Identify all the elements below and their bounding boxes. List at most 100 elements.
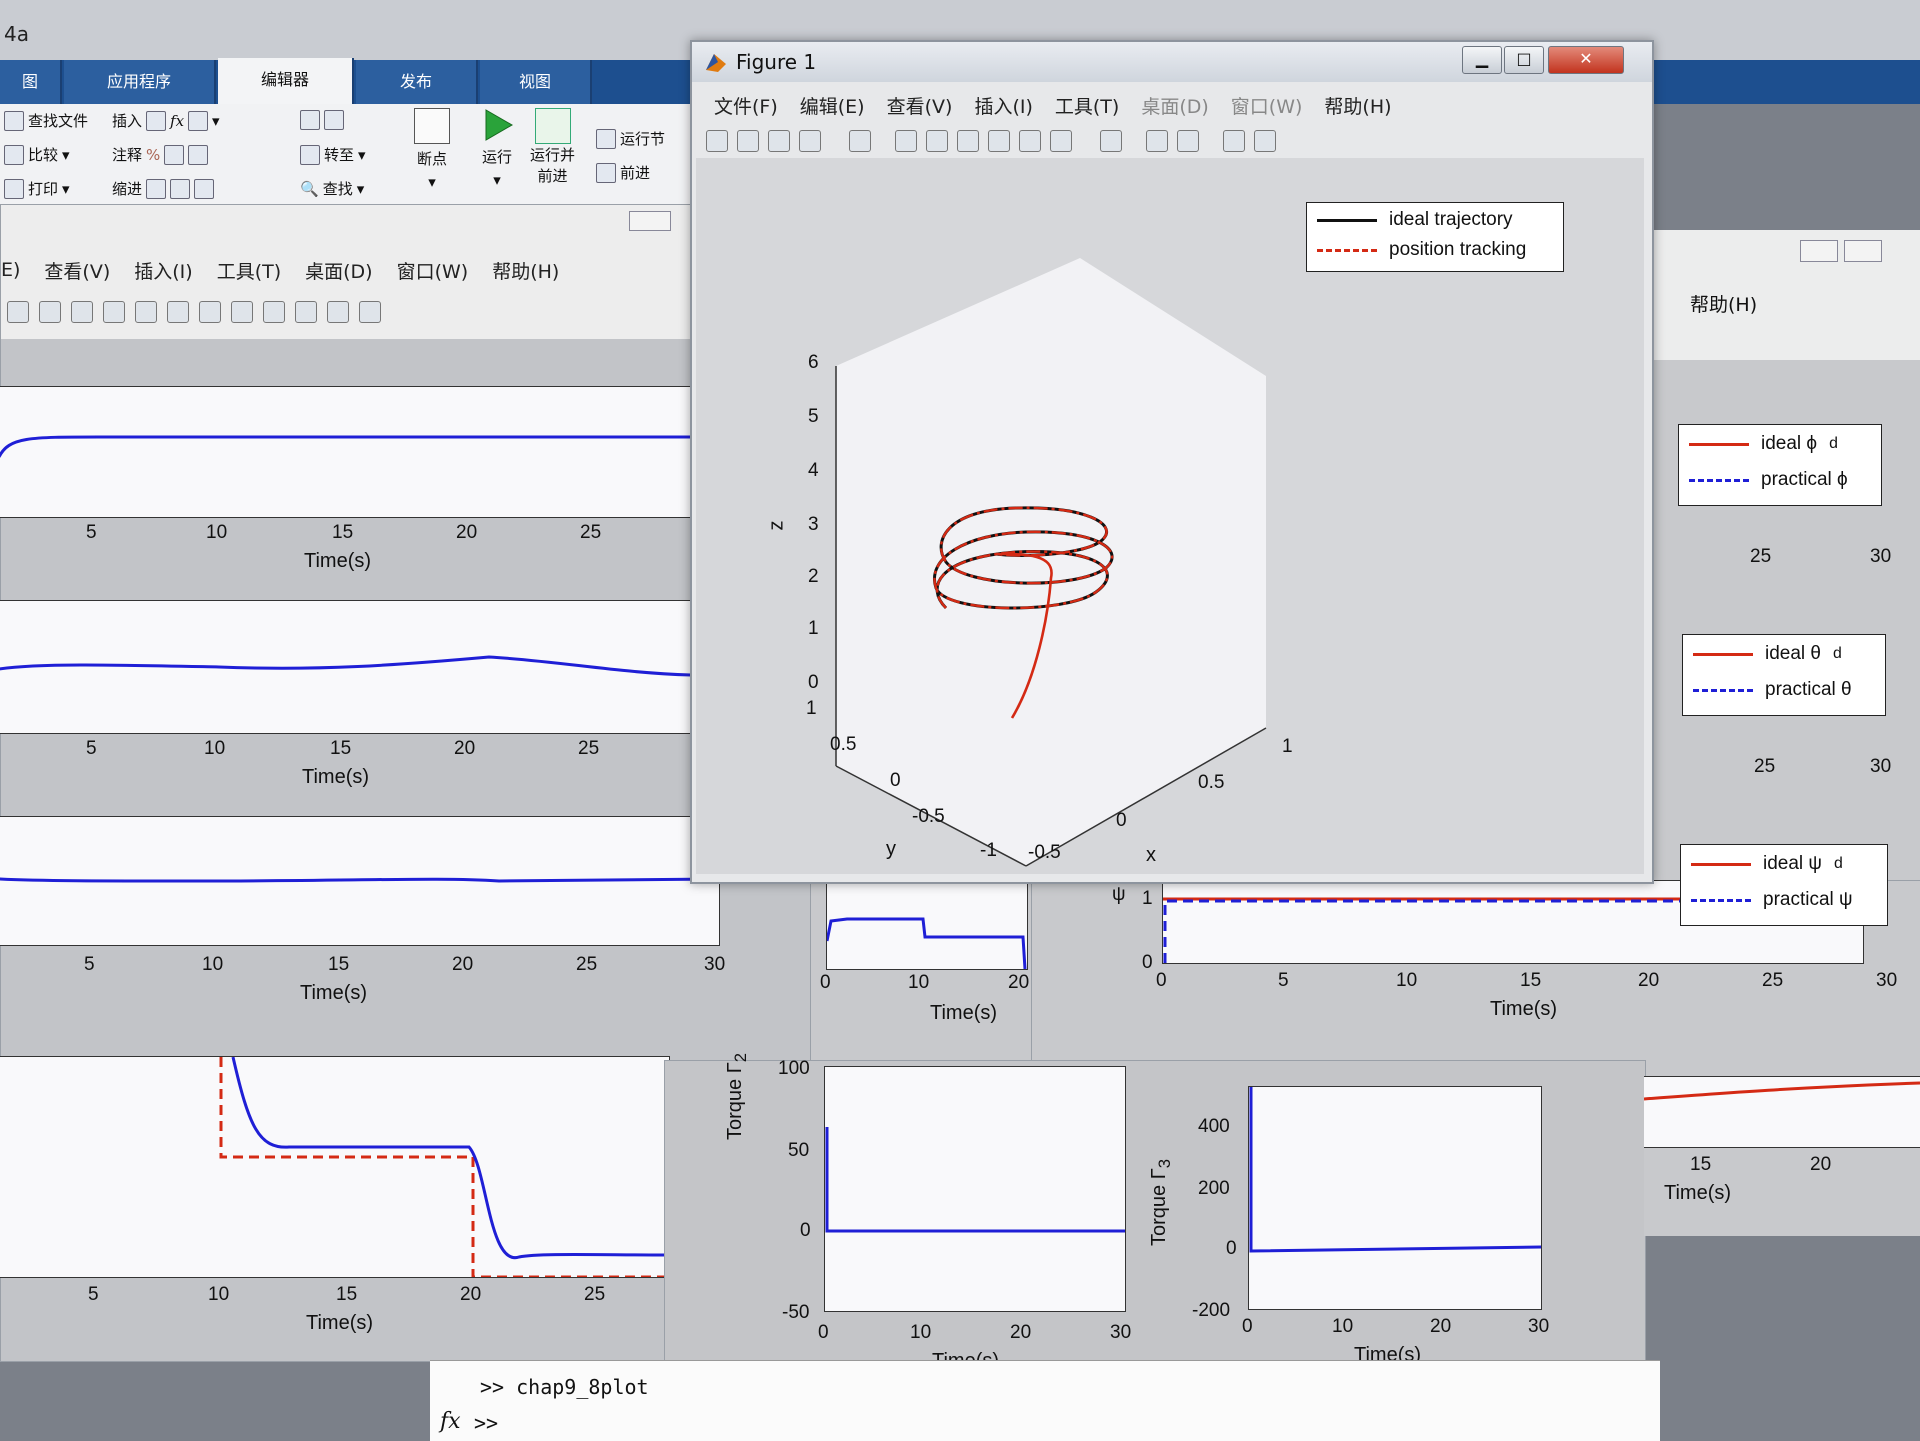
- percent-icon: %: [146, 145, 161, 164]
- legend-icon[interactable]: [295, 301, 317, 323]
- y-tick-label: 1: [806, 698, 817, 719]
- goto-icon: [300, 144, 320, 165]
- link-icon[interactable]: [1100, 130, 1122, 152]
- data-cursor-icon[interactable]: [167, 301, 189, 323]
- zoom-in-icon[interactable]: [39, 301, 61, 323]
- menu-desktop[interactable]: 桌面(D): [1141, 92, 1208, 119]
- rotate-icon[interactable]: [988, 130, 1010, 152]
- menu-view[interactable]: 查看(V): [44, 257, 110, 284]
- x-tick-label: 0.5: [1198, 772, 1225, 793]
- tick-label: 10: [202, 954, 224, 975]
- menu-edit[interactable]: E): [1, 259, 20, 281]
- hide-tools-icon[interactable]: [327, 301, 349, 323]
- minimize-button[interactable]: [629, 211, 671, 231]
- menu-view[interactable]: 查看(V): [887, 92, 953, 119]
- breakpoints-button[interactable]: 断点 ▾: [414, 108, 450, 191]
- compare-button[interactable]: 比较 ▾: [4, 144, 70, 165]
- x-axis-label: Time(s): [1490, 998, 1558, 1020]
- menu-help[interactable]: 帮助(H): [1690, 290, 1757, 317]
- run-and-advance-button[interactable]: 运行并 前进: [530, 108, 575, 186]
- open-icon[interactable]: [737, 130, 759, 152]
- brush-icon[interactable]: [199, 301, 221, 323]
- colorbar-icon[interactable]: [263, 301, 285, 323]
- zoom-in-icon[interactable]: [895, 130, 917, 152]
- minimize-button[interactable]: ▁: [1462, 46, 1502, 74]
- tab-publish[interactable]: 发布: [356, 60, 478, 104]
- menu-window[interactable]: 窗口(W): [1231, 92, 1303, 119]
- tick-label: 10: [1396, 970, 1418, 991]
- figure-menubar: E) 查看(V) 插入(I) 工具(T) 桌面(D) 窗口(W) 帮助(H): [1, 253, 559, 287]
- menu-help[interactable]: 帮助(H): [492, 257, 559, 284]
- z-tick-label: 1: [808, 618, 819, 639]
- rotate-icon[interactable]: [135, 301, 157, 323]
- find-button[interactable]: 🔍 查找 ▾: [300, 178, 364, 199]
- tick-label: 10: [204, 738, 226, 759]
- x-axis-label: Time(s): [304, 550, 372, 572]
- pointer-icon[interactable]: [849, 130, 871, 152]
- find-files-button[interactable]: 查找文件: [4, 110, 88, 131]
- print-button[interactable]: 打印 ▾: [4, 178, 70, 199]
- pan-icon[interactable]: [103, 301, 125, 323]
- tab-apps[interactable]: 应用程序: [64, 60, 216, 104]
- x-axis-label: Time(s): [300, 982, 368, 1004]
- close-button[interactable]: ✕: [1548, 46, 1624, 74]
- legend-icon[interactable]: [1177, 130, 1199, 152]
- tick-label: 0: [1226, 1238, 1237, 1259]
- data-cursor-icon[interactable]: [1019, 130, 1041, 152]
- menu-help[interactable]: 帮助(H): [1324, 92, 1391, 119]
- pointer-icon[interactable]: [7, 301, 29, 323]
- run-advance-icon: [534, 108, 571, 144]
- forward-icon: [324, 110, 344, 130]
- legend-phi: ideal ϕd practical ϕ: [1678, 424, 1882, 506]
- print-icon[interactable]: [799, 130, 821, 152]
- menu-tools[interactable]: 工具(T): [1055, 92, 1119, 119]
- tick-label: 15: [328, 954, 350, 975]
- menu-tools[interactable]: 工具(T): [217, 257, 281, 284]
- tick-label: 20: [452, 954, 474, 975]
- tick-label: 20: [454, 738, 476, 759]
- minimize-button[interactable]: [1800, 240, 1838, 262]
- maximize-button[interactable]: □: [1504, 46, 1544, 74]
- step-response-series: [219, 1056, 670, 1279]
- tab-editor[interactable]: 编辑器: [218, 58, 354, 104]
- run-button[interactable]: 运行 ▾: [480, 108, 514, 189]
- new-figure-icon[interactable]: [706, 130, 728, 152]
- menu-insert[interactable]: 插入(I): [974, 92, 1032, 119]
- tab-plots[interactable]: 图: [0, 60, 62, 104]
- hide-tools-icon[interactable]: [1223, 130, 1245, 152]
- run-section-button[interactable]: 运行节: [596, 128, 665, 149]
- x-tick-label: -0.5: [1028, 842, 1061, 863]
- indent-button[interactable]: 缩进: [112, 178, 215, 199]
- menu-edit[interactable]: 编辑(E): [800, 92, 865, 119]
- legend-line-red: [1317, 248, 1377, 252]
- magnifier-icon: 🔍: [300, 179, 319, 198]
- tick-label: 10: [908, 972, 930, 993]
- zoom-out-icon[interactable]: [71, 301, 93, 323]
- zoom-out-icon[interactable]: [926, 130, 948, 152]
- brush-icon[interactable]: [1050, 130, 1072, 152]
- show-tools-icon[interactable]: [1254, 130, 1276, 152]
- tick-label: 1: [1142, 888, 1153, 909]
- menu-insert[interactable]: 插入(I): [134, 257, 192, 284]
- link-icon[interactable]: [231, 301, 253, 323]
- tick-label: 30: [1870, 756, 1892, 777]
- menu-file[interactable]: 文件(F): [714, 92, 778, 119]
- pan-icon[interactable]: [957, 130, 979, 152]
- tick-label: 30: [1528, 1316, 1550, 1337]
- colorbar-icon[interactable]: [1146, 130, 1168, 152]
- compare-icon: [4, 144, 24, 165]
- advance-button[interactable]: 前进: [596, 162, 650, 183]
- insert-button[interactable]: 插入 fx ▾: [112, 110, 220, 131]
- save-icon[interactable]: [768, 130, 790, 152]
- command-window[interactable]: >> chap9_8plot fx >>: [430, 1360, 1660, 1441]
- tab-view[interactable]: 视图: [480, 60, 592, 104]
- back-forward-buttons[interactable]: [300, 110, 344, 130]
- fx-icon[interactable]: fx: [440, 1409, 461, 1434]
- menu-desktop[interactable]: 桌面(D): [305, 257, 372, 284]
- tick-label: 20: [1010, 1322, 1032, 1343]
- goto-button[interactable]: 转至 ▾: [300, 144, 366, 165]
- menu-window[interactable]: 窗口(W): [397, 257, 469, 284]
- maximize-button[interactable]: [1844, 240, 1882, 262]
- comment-button[interactable]: 注释%: [112, 144, 209, 165]
- show-tools-icon[interactable]: [359, 301, 381, 323]
